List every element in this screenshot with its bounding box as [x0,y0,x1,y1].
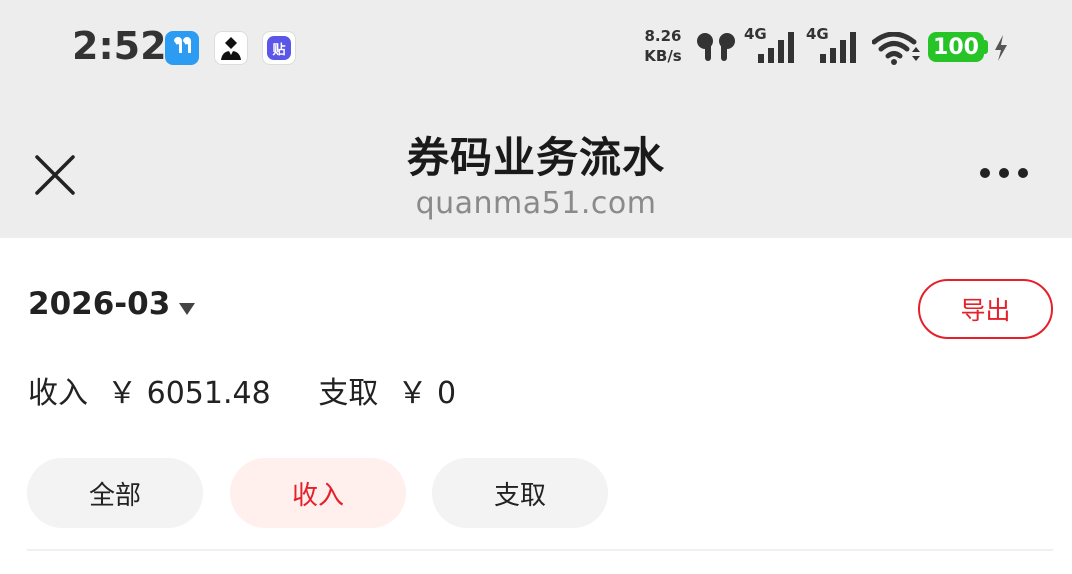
tab-all[interactable]: 全部 [27,458,203,528]
top-bar: 2:52 贴 8.26 KB/s 4G 4G 100 券码业务流水 quanma… [0,0,1072,238]
signal-1-icon [758,32,794,63]
battery-indicator: 100 [928,32,984,62]
tieba-app-icon-label: 贴 [267,36,291,60]
tab-income[interactable]: 收入 [230,458,406,528]
person-app-icon [214,31,248,65]
income-label: 收入 [28,376,88,411]
wifi-icon [872,32,920,65]
income-value: ￥ 6051.48 [107,376,271,411]
expense-label: 支取 [318,376,379,411]
tieba-app-icon: 贴 [262,31,296,65]
export-button[interactable]: 导出 [918,279,1053,339]
divider [27,549,1053,551]
charging-bolt-icon [995,35,1007,61]
signal-2-icon [820,32,856,63]
battery-tip [984,40,988,54]
network-speed-unit: KB/s [644,47,682,65]
caret-down-icon[interactable] [178,302,196,316]
month-selector[interactable]: 2026-03 [28,286,170,322]
network-speed-value: 8.26 [644,27,682,45]
earbuds-app-icon [165,31,199,65]
page-domain: quanma51.com [415,186,657,221]
more-options-icon[interactable] [974,158,1034,188]
expense-value: ￥ 0 [397,376,457,411]
network-speed: 8.26 KB/s [640,26,686,66]
summary-line: 收入 ￥ 6051.48 支取 ￥ 0 [28,368,456,412]
earbuds-status-icon [697,33,735,61]
status-time: 2:52 [72,24,167,68]
page-title: 券码业务流水 [406,133,665,182]
tab-expense[interactable]: 支取 [432,458,608,528]
